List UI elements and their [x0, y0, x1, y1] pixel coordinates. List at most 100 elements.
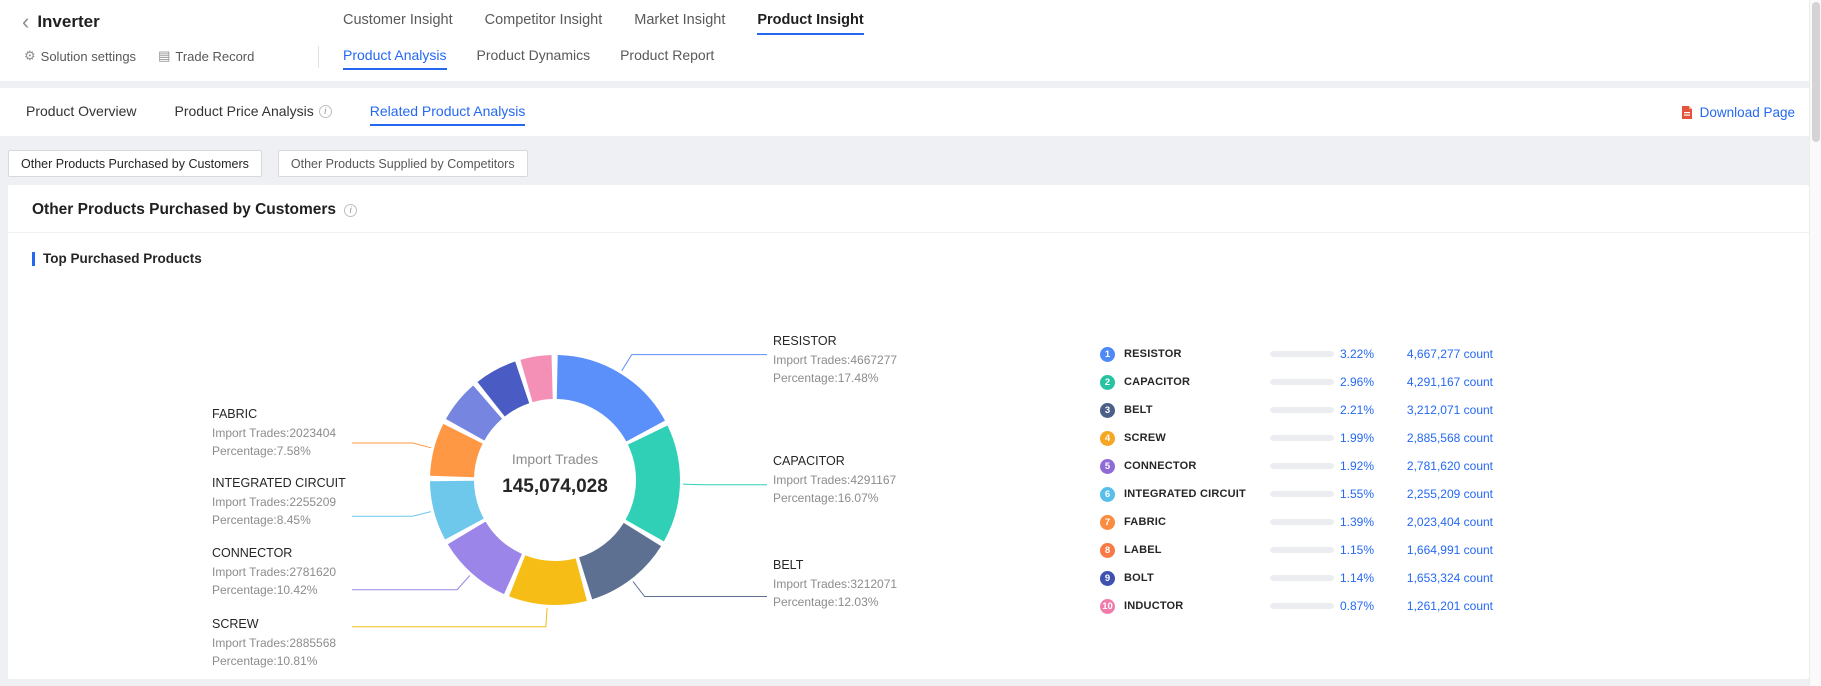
- rank-product-name: CONNECTOR: [1124, 460, 1270, 472]
- scrollbar-track[interactable]: [1809, 0, 1821, 686]
- rank-product-name: BELT: [1124, 404, 1270, 416]
- callout-percentage: Percentage:16.07%: [773, 490, 948, 508]
- card-title: Other Products Purchased by Customers: [32, 201, 336, 219]
- rank-count: 4,667,277 count: [1383, 347, 1493, 361]
- rank-badge: 5: [1100, 459, 1115, 474]
- rank-row-fabric[interactable]: 7 FABRIC 1.39% 2,023,404 count: [1100, 508, 1530, 536]
- rank-row-belt[interactable]: 3 BELT 2.21% 3,212,071 count: [1100, 396, 1530, 424]
- download-page-label: Download Page: [1700, 105, 1795, 120]
- tab-customer-insight[interactable]: Customer Insight: [343, 12, 453, 35]
- rank-percent: 1.14%: [1334, 571, 1374, 585]
- chip-supplied-by-competitors[interactable]: Other Products Supplied by Competitors: [278, 150, 528, 177]
- tab-product-analysis[interactable]: Product Analysis: [343, 47, 447, 70]
- rank-progress-bar: [1270, 379, 1334, 385]
- callout-product-name: BELT: [773, 558, 948, 572]
- tab-competitor-insight[interactable]: Competitor Insight: [485, 12, 603, 35]
- rank-row-connector[interactable]: 5CONNECTOR1.92%2,781,620 count: [1100, 452, 1530, 480]
- rank-product-name: RESISTOR: [1124, 348, 1270, 360]
- rank-badge: 3: [1100, 403, 1115, 418]
- callout-product-name: RESISTOR: [773, 334, 948, 348]
- rank-badge: 2: [1100, 375, 1115, 390]
- tab-product-price-analysis-label: Product Price Analysis: [174, 103, 313, 119]
- rank-percent: 1.99%: [1334, 431, 1374, 445]
- callout-product-name: SCREW: [212, 617, 387, 631]
- rank-percent: 1.92%: [1334, 459, 1374, 473]
- rank-count: 3,212,071 count: [1383, 403, 1493, 417]
- rank-product-name: FABRIC: [1124, 516, 1270, 528]
- solution-settings-label: Solution settings: [41, 49, 136, 64]
- rank-percent: 2.21%: [1334, 403, 1374, 417]
- callout-product-name: INTEGRATED CIRCUIT: [212, 476, 387, 490]
- callout-import-trades: Import Trades:2781620: [212, 564, 387, 582]
- rank-badge: 4: [1100, 431, 1115, 446]
- rank-row-bolt[interactable]: 9BOLT1.14%1,653,324 count: [1100, 564, 1530, 592]
- analysis-card: Other Products Purchased by Customers i …: [8, 185, 1809, 679]
- tab-product-report[interactable]: Product Report: [620, 47, 714, 70]
- center-metric-label: Import Trades: [475, 451, 635, 467]
- tab-related-product-analysis[interactable]: Related Product Analysis: [370, 98, 526, 126]
- tab-product-dynamics[interactable]: Product Dynamics: [477, 47, 591, 70]
- rank-progress-bar: [1270, 519, 1334, 525]
- rank-badge: 7: [1100, 515, 1115, 530]
- tab-product-insight[interactable]: Product Insight: [757, 12, 863, 35]
- rank-row-screw[interactable]: 4SCREW1.99%2,885,568 count: [1100, 424, 1530, 452]
- callout-fabric: FABRICImport Trades:2023404Percentage:7.…: [212, 407, 387, 460]
- tab-product-overview[interactable]: Product Overview: [26, 98, 136, 126]
- download-page-button[interactable]: Download Page: [1680, 105, 1795, 120]
- rank-product-name: CAPACITOR: [1124, 376, 1270, 388]
- callout-product-name: FABRIC: [212, 407, 387, 421]
- callout-resistor: RESISTORImport Trades:4667277Percentage:…: [773, 334, 948, 387]
- rank-percent: 1.39%: [1334, 515, 1374, 529]
- document-icon: ▤: [158, 48, 170, 64]
- rank-percent: 2.96%: [1334, 375, 1374, 389]
- rank-badge: 6: [1100, 487, 1115, 502]
- rank-progress-bar: [1270, 603, 1334, 609]
- rank-progress-bar: [1270, 575, 1334, 581]
- rank-count: 1,664,991 count: [1383, 543, 1493, 557]
- info-icon[interactable]: i: [319, 105, 332, 118]
- trade-record-label: Trade Record: [175, 49, 254, 64]
- leader-line-capacitor: [683, 484, 767, 485]
- rank-progress-bar: [1270, 351, 1334, 357]
- callout-import-trades: Import Trades:2885568: [212, 635, 387, 653]
- rank-percent: 3.22%: [1334, 347, 1374, 361]
- rank-count: 1,653,324 count: [1383, 571, 1493, 585]
- top-products-rank-list: 1RESISTOR3.22%4,667,277 count2CAPACITOR2…: [1100, 340, 1530, 620]
- trade-record-link[interactable]: ▤ Trade Record: [158, 48, 254, 64]
- rank-product-name: INTEGRATED CIRCUIT: [1124, 488, 1270, 500]
- sub-tabs: Product Analysis Product Dynamics Produc…: [343, 47, 714, 70]
- rank-count: 2,023,404 count: [1383, 515, 1493, 529]
- rank-badge: 9: [1100, 571, 1115, 586]
- rank-row-inductor[interactable]: 10INDUCTOR0.87%1,261,201 count: [1100, 592, 1530, 620]
- donut-center-label: Import Trades 145,074,028: [475, 451, 635, 498]
- chip-purchased-by-customers[interactable]: Other Products Purchased by Customers: [8, 150, 262, 177]
- rank-badge: 8: [1100, 543, 1115, 558]
- scrollbar-thumb[interactable]: [1812, 2, 1820, 142]
- rank-percent: 0.87%: [1334, 599, 1374, 613]
- center-metric-value: 145,074,028: [475, 476, 635, 498]
- rank-row-capacitor[interactable]: 2CAPACITOR2.96%4,291,167 count: [1100, 368, 1530, 396]
- rank-count: 2,255,209 count: [1383, 487, 1493, 501]
- callout-percentage: Percentage:10.42%: [212, 582, 387, 600]
- callout-percentage: Percentage:10.81%: [212, 653, 387, 671]
- rank-product-name: INDUCTOR: [1124, 600, 1270, 612]
- tab-product-price-analysis[interactable]: Product Price Analysis i: [174, 98, 331, 126]
- rank-percent: 1.55%: [1334, 487, 1374, 501]
- callout-product-name: CAPACITOR: [773, 454, 948, 468]
- tab-product-overview-label: Product Overview: [26, 103, 136, 119]
- callout-percentage: Percentage:8.45%: [212, 512, 387, 530]
- tab-market-insight[interactable]: Market Insight: [634, 12, 725, 35]
- tab-related-product-analysis-label: Related Product Analysis: [370, 103, 526, 119]
- info-icon[interactable]: i: [344, 204, 357, 217]
- callout-capacitor: CAPACITORImport Trades:4291167Percentage…: [773, 454, 948, 507]
- rank-row-label[interactable]: 8LABEL1.15%1,664,991 count: [1100, 536, 1530, 564]
- rank-progress-bar: [1270, 463, 1334, 469]
- rank-row-resistor[interactable]: 1RESISTOR3.22%4,667,277 count: [1100, 340, 1530, 368]
- back-icon[interactable]: ‹: [22, 12, 29, 32]
- rank-row-integrated-circuit[interactable]: 6 INTEGRATED CIRCUIT 1.55% 2,255,209 count: [1100, 480, 1530, 508]
- analysis-toolbar: Product Overview Product Price Analysis …: [0, 88, 1821, 136]
- callout-integrated-circuit: INTEGRATED CIRCUITImport Trades:2255209P…: [212, 476, 387, 529]
- callout-product-name: CONNECTOR: [212, 546, 387, 560]
- rank-badge: 10: [1100, 599, 1115, 614]
- solution-settings-link[interactable]: ⚙ Solution settings: [24, 48, 136, 64]
